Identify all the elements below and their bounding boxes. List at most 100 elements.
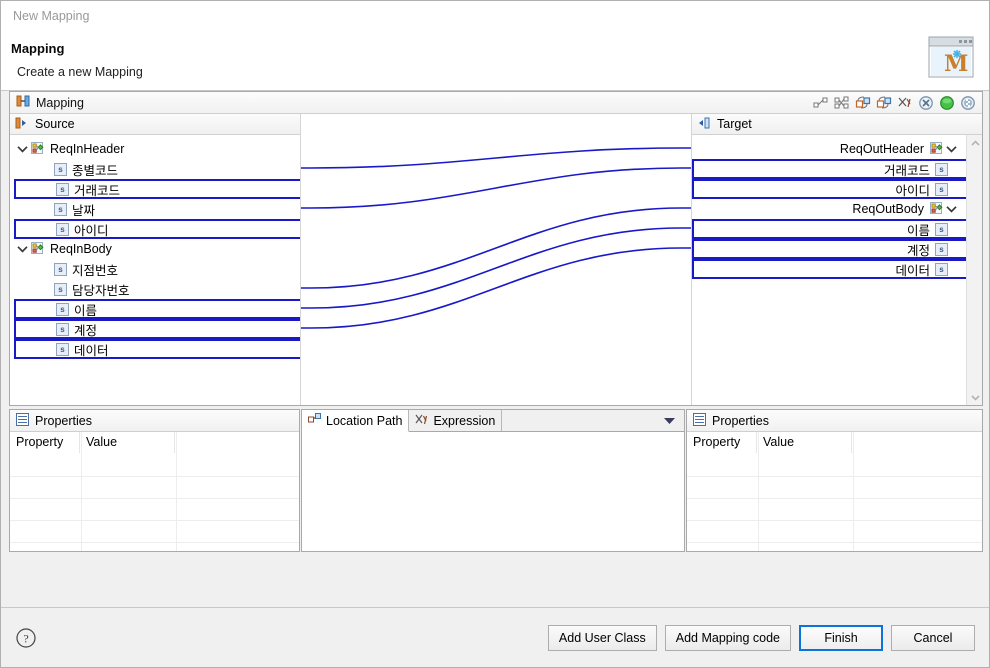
tab-location-path[interactable]: Location Path xyxy=(302,410,409,432)
remove-link-icon[interactable] xyxy=(917,94,934,111)
target-pane: Target 데이터s계정s이름sReqOutBody아이디s거래코드sReqO… xyxy=(691,114,982,405)
properties-panel-right: Properties Property Value xyxy=(686,409,983,552)
remove-all-links-icon[interactable] xyxy=(959,94,976,111)
add-simple-link-icon[interactable] xyxy=(812,94,829,111)
target-field-row[interactable]: 계정s xyxy=(692,239,982,259)
mapping-link[interactable] xyxy=(301,148,691,168)
expand-collapse-icon[interactable] xyxy=(14,241,30,257)
target-node-row[interactable]: ReqOutHeader xyxy=(692,139,979,159)
expression-icon xyxy=(415,413,429,429)
mapping-link[interactable] xyxy=(301,208,691,288)
properties-right-table[interactable]: Property Value xyxy=(687,432,982,551)
tab-expression-label: Expression xyxy=(433,414,495,428)
editor-tab-content[interactable] xyxy=(302,432,684,551)
column-header-value[interactable]: Value xyxy=(757,432,852,453)
target-field-row[interactable]: 이름s xyxy=(692,219,982,239)
row-label: 계정 xyxy=(902,240,935,259)
properties-left-titlebar: Properties xyxy=(10,410,299,432)
string-field-icon: s xyxy=(935,223,948,236)
properties-right-titlebar: Properties xyxy=(687,410,982,432)
source-field-row[interactable]: s지점번호 xyxy=(14,259,300,279)
mapping-link[interactable] xyxy=(301,228,691,308)
string-field-icon: s xyxy=(935,243,948,256)
editor-tabbar: Location Path Expression xyxy=(302,410,684,432)
string-field-icon: s xyxy=(935,183,948,196)
string-field-icon: s xyxy=(54,163,67,176)
source-field-row[interactable]: s거래코드 xyxy=(14,179,300,199)
mapping-panes: Source ReqInHeaders종별코드s거래코드s날짜s아이디ReqIn… xyxy=(10,114,982,405)
add-user-class-button[interactable]: Add User Class xyxy=(548,625,657,651)
breadcrumb: New Mapping xyxy=(13,9,89,23)
column-header-extra[interactable] xyxy=(175,432,299,453)
string-field-icon: s xyxy=(935,263,948,276)
copy-target-to-source-icon[interactable] xyxy=(875,94,892,111)
wizard-header: New Mapping Mapping Create a new Mapping… xyxy=(1,1,989,91)
row-label: 지점번호 xyxy=(67,260,123,279)
add-mapping-code-button[interactable]: Add Mapping code xyxy=(665,625,791,651)
properties-left-header-row: Property Value xyxy=(10,432,299,453)
string-field-icon: s xyxy=(56,183,69,196)
target-field-row[interactable]: 데이터s xyxy=(692,259,982,279)
scroll-up-icon[interactable] xyxy=(967,135,982,151)
properties-left-table[interactable]: Property Value xyxy=(10,432,299,551)
scroll-down-icon[interactable] xyxy=(967,389,982,405)
mapping-canvas[interactable] xyxy=(301,114,691,405)
row-label: ReqInHeader xyxy=(45,142,129,156)
finish-button[interactable]: Finish xyxy=(799,625,883,651)
add-multi-link-icon[interactable] xyxy=(833,94,850,111)
mapping-link[interactable] xyxy=(301,248,691,328)
expand-collapse-icon[interactable] xyxy=(944,202,959,216)
source-field-row[interactable]: s종별코드 xyxy=(14,159,300,179)
expand-collapse-icon[interactable] xyxy=(14,141,30,157)
mapping-wizard-banner-icon: M xyxy=(919,33,981,85)
row-label: 이름 xyxy=(69,300,102,319)
mapping-group: Mapping xyxy=(9,91,983,406)
mapping-link[interactable] xyxy=(301,168,691,208)
cancel-button[interactable]: Cancel xyxy=(891,625,975,651)
target-tree[interactable]: 데이터s계정s이름sReqOutBody아이디s거래코드sReqOutHeade… xyxy=(692,135,982,405)
schema-node-icon xyxy=(30,242,45,257)
source-field-row[interactable]: s날짜 xyxy=(14,199,300,219)
page-subtitle: Create a new Mapping xyxy=(17,65,143,79)
location-path-icon xyxy=(308,413,322,429)
row-label: 데이터 xyxy=(890,260,935,279)
copy-source-to-target-icon[interactable] xyxy=(854,94,871,111)
source-field-row[interactable]: s이름 xyxy=(14,299,300,319)
expand-collapse-icon[interactable] xyxy=(944,142,959,156)
string-field-icon: s xyxy=(54,283,67,296)
source-panel-icon xyxy=(15,117,29,132)
column-header-property[interactable]: Property xyxy=(687,432,757,453)
mapping-toolbar xyxy=(812,94,979,111)
properties-icon xyxy=(693,413,706,429)
expression-icon[interactable] xyxy=(896,94,913,111)
validate-icon[interactable] xyxy=(938,94,955,111)
row-label: 담당자번호 xyxy=(67,280,135,299)
target-field-row[interactable]: 아이디s xyxy=(692,179,982,199)
target-node-row[interactable]: ReqOutBody xyxy=(692,199,979,219)
source-node-row[interactable]: ReqInBody xyxy=(14,239,300,259)
properties-left-title: Properties xyxy=(35,414,92,428)
target-pane-header: Target xyxy=(692,114,982,135)
target-vertical-scrollbar[interactable] xyxy=(966,135,982,405)
help-icon[interactable]: ? xyxy=(15,627,37,649)
source-field-row[interactable]: s데이터 xyxy=(14,339,300,359)
target-field-row[interactable]: 거래코드s xyxy=(692,159,982,179)
string-field-icon: s xyxy=(56,323,69,336)
source-field-row[interactable]: s담당자번호 xyxy=(14,279,300,299)
properties-right-title: Properties xyxy=(712,414,769,428)
source-field-row[interactable]: s아이디 xyxy=(14,219,300,239)
lower-panels: Properties Property Value xyxy=(9,409,983,552)
wizard-body: Mapping xyxy=(1,91,989,607)
row-label: 아이디 xyxy=(69,220,114,239)
svg-text:?: ? xyxy=(23,631,28,645)
source-node-row[interactable]: ReqInHeader xyxy=(14,139,300,159)
source-tree[interactable]: ReqInHeaders종별코드s거래코드s날짜s아이디ReqInBodys지점… xyxy=(10,135,300,405)
column-header-value[interactable]: Value xyxy=(80,432,175,453)
column-header-extra[interactable] xyxy=(852,432,982,453)
chevron-down-icon[interactable] xyxy=(663,414,676,428)
source-field-row[interactable]: s계정 xyxy=(14,319,300,339)
column-header-property[interactable]: Property xyxy=(10,432,80,453)
row-label: 날짜 xyxy=(67,200,100,219)
new-mapping-dialog: New Mapping Mapping Create a new Mapping… xyxy=(0,0,990,668)
tab-expression[interactable]: Expression xyxy=(409,410,502,431)
